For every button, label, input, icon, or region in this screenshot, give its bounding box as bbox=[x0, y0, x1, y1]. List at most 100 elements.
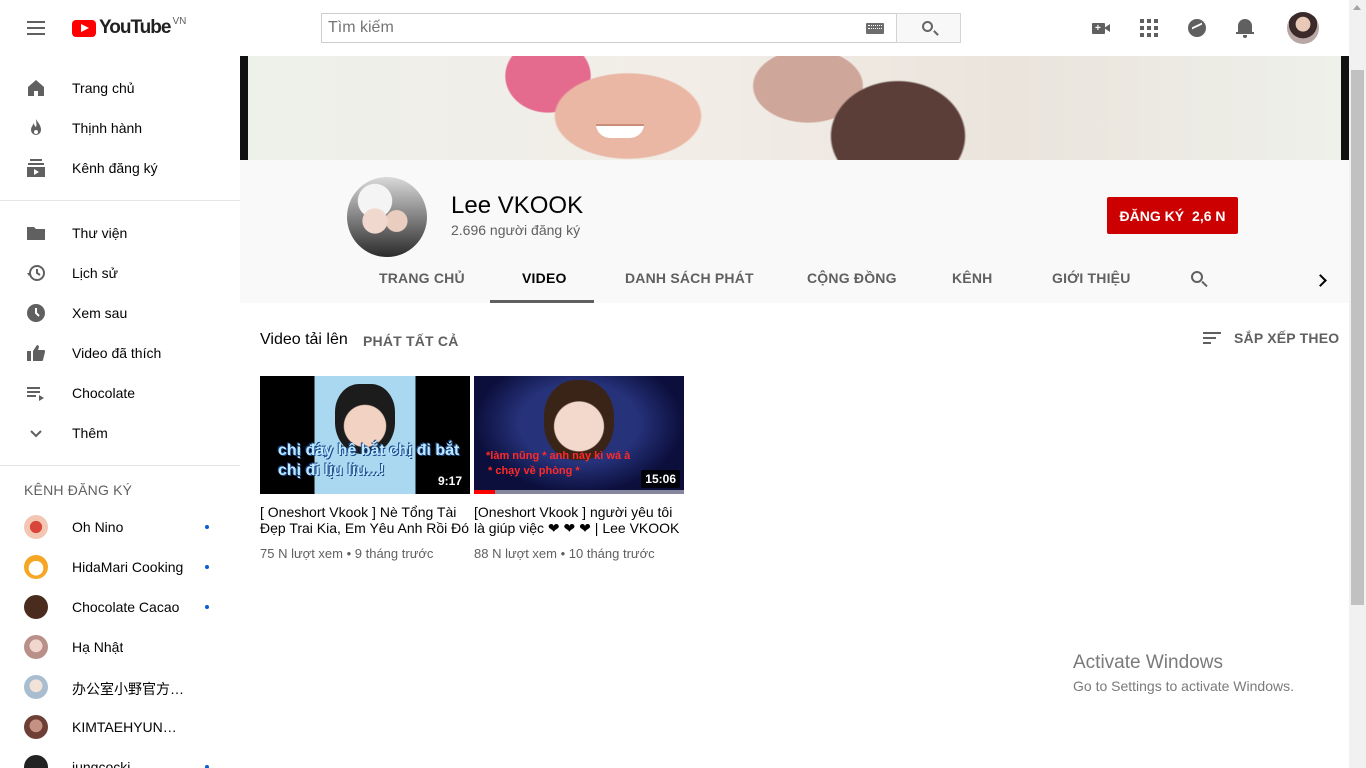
video-card[interactable]: *làm nũng * anh này kì wá à * chạy về ph… bbox=[474, 376, 684, 561]
sidebar-item-trending[interactable]: Thịnh hành bbox=[0, 108, 240, 148]
upload-age: 9 tháng trước bbox=[354, 546, 434, 561]
sidebar-divider bbox=[0, 200, 240, 201]
new-content-dot bbox=[205, 605, 209, 609]
video-duration: 15:06 bbox=[641, 470, 680, 488]
trending-flame-icon bbox=[24, 116, 48, 140]
sidebar-item-label: Xem sau bbox=[72, 305, 128, 321]
keyboard-icon[interactable] bbox=[866, 23, 884, 34]
channel-avatar[interactable] bbox=[347, 177, 427, 257]
messages-icon[interactable] bbox=[1185, 16, 1209, 40]
thumbs-up-icon bbox=[24, 341, 48, 365]
channel-name: Lee VKOOK bbox=[451, 192, 584, 219]
tab-about[interactable]: GIỚI THIỆU bbox=[1052, 270, 1131, 286]
watch-progress-track bbox=[474, 490, 684, 494]
video-thumbnail[interactable]: chị đây hê bắt chị đi bắt chị đi lịu liu… bbox=[260, 376, 470, 494]
apps-grid-icon[interactable] bbox=[1137, 16, 1161, 40]
banner-image-detail bbox=[596, 124, 644, 138]
channel-tabs: TRANG CHỦ VIDEO DANH SÁCH PHÁT CỘNG ĐỒNG… bbox=[240, 260, 1349, 303]
channel-banner bbox=[240, 56, 1349, 160]
sidebar-item-show-more[interactable]: Thêm bbox=[0, 413, 240, 453]
subscription-item[interactable]: jungcocki bbox=[0, 747, 240, 768]
subscription-item[interactable]: Oh Nino bbox=[0, 507, 240, 547]
view-count: 88 N lượt xem bbox=[474, 546, 557, 561]
tab-videos[interactable]: VIDEO bbox=[522, 270, 567, 286]
sidebar-item-home[interactable]: Trang chủ bbox=[0, 68, 240, 108]
search-button[interactable] bbox=[896, 13, 961, 43]
subscriptions-icon bbox=[24, 156, 48, 180]
scrollbar-thumb[interactable] bbox=[1351, 70, 1364, 605]
channel-avatar-icon bbox=[24, 635, 48, 659]
channel-header: Lee VKOOK 2.696 người đăng ký ĐĂNG KÝ 2,… bbox=[240, 160, 1349, 303]
channel-avatar-icon bbox=[24, 515, 48, 539]
page-scrollbar[interactable] bbox=[1349, 0, 1366, 768]
video-meta: 75 N lượt xem • 9 tháng trước bbox=[260, 546, 434, 561]
search-icon bbox=[922, 21, 933, 32]
sidebar-item-label: Trang chủ bbox=[72, 80, 135, 96]
playlist-icon bbox=[24, 381, 48, 405]
channel-avatar-icon bbox=[24, 595, 48, 619]
video-title[interactable]: [ Oneshort Vkook ] Nè Tổng Tài Đẹp Trai … bbox=[260, 504, 470, 536]
account-avatar[interactable] bbox=[1287, 12, 1319, 44]
subscribe-label: ĐĂNG KÝ bbox=[1119, 207, 1185, 224]
search-input[interactable] bbox=[322, 14, 852, 42]
tab-community[interactable]: CỘNG ĐỒNG bbox=[807, 270, 897, 286]
sidebar-item-library[interactable]: Thư viện bbox=[0, 213, 240, 253]
thumbnail-caption: chị đây hê bắt chị đi bắt bbox=[278, 442, 460, 459]
chevron-down-icon bbox=[24, 421, 48, 445]
windows-activation-watermark: Activate Windows Go to Settings to activ… bbox=[1073, 652, 1294, 694]
subscription-item[interactable]: HidaMari Cooking bbox=[0, 547, 240, 587]
logo-country: VN bbox=[172, 15, 187, 27]
sidebar-item-label: Thêm bbox=[72, 425, 108, 441]
subscribe-count: 2,6 N bbox=[1192, 207, 1226, 224]
create-video-icon[interactable]: + bbox=[1089, 16, 1113, 40]
sidebar-item-watch-later[interactable]: Xem sau bbox=[0, 293, 240, 333]
sidebar-item-label: Lịch sử bbox=[72, 265, 118, 281]
notifications-bell-icon[interactable] bbox=[1233, 16, 1257, 40]
video-duration: 9:17 bbox=[433, 472, 466, 490]
sidebar-item-subscriptions[interactable]: Kênh đăng ký bbox=[0, 148, 240, 188]
top-bar: YouTube VN + bbox=[0, 0, 1349, 56]
subscription-label: 办公室小野官方频道 bbox=[72, 681, 184, 697]
sort-label: SẮP XẾP THEO bbox=[1234, 330, 1340, 346]
sidebar-item-playlist-chocolate[interactable]: Chocolate bbox=[0, 373, 240, 413]
channel-avatar-icon bbox=[24, 755, 48, 768]
subscription-label: Oh Nino bbox=[72, 519, 124, 535]
sidebar-item-label: Kênh đăng ký bbox=[72, 160, 158, 176]
sidebar-divider bbox=[0, 465, 240, 466]
thumbnail-caption: *làm nũng * anh này kì wá à bbox=[486, 450, 631, 462]
watermark-line-2: Go to Settings to activate Windows. bbox=[1073, 678, 1294, 694]
subscription-item[interactable]: 办公室小野官方频道 bbox=[0, 667, 240, 707]
sort-button[interactable]: SẮP XẾP THEO bbox=[1203, 330, 1339, 346]
subscription-item[interactable]: KIMTAEHYUNG BTS bbox=[0, 707, 240, 747]
upload-age: 10 tháng trước bbox=[568, 546, 655, 561]
watch-progress-bar bbox=[474, 490, 495, 494]
scroll-up-arrow-icon[interactable] bbox=[1353, 5, 1361, 10]
chevron-right-icon[interactable] bbox=[1314, 272, 1328, 288]
video-thumbnail[interactable]: *làm nũng * anh này kì wá à * chạy về ph… bbox=[474, 376, 684, 494]
watermark-line-1: Activate Windows bbox=[1073, 652, 1223, 673]
section-title: Video tải lên bbox=[260, 331, 348, 348]
search-box bbox=[321, 13, 897, 43]
view-count: 75 N lượt xem bbox=[260, 546, 343, 561]
clock-icon bbox=[24, 301, 48, 325]
search-icon[interactable] bbox=[1190, 270, 1210, 290]
youtube-play-icon bbox=[72, 19, 96, 37]
subscription-item[interactable]: Hạ Nhật bbox=[0, 627, 240, 667]
sidebar-item-history[interactable]: Lịch sử bbox=[0, 253, 240, 293]
tab-home[interactable]: TRANG CHỦ bbox=[379, 270, 465, 286]
video-meta: 88 N lượt xem • 10 tháng trước bbox=[474, 546, 655, 561]
subscription-item[interactable]: Chocolate Cacao bbox=[0, 587, 240, 627]
sidebar-item-label: Chocolate bbox=[72, 385, 136, 401]
video-title[interactable]: [Oneshort Vkook ] người yêu tôi là giúp … bbox=[474, 504, 684, 536]
tab-channels[interactable]: KÊNH bbox=[952, 270, 992, 286]
subscription-label: Chocolate Cacao bbox=[72, 599, 180, 615]
sidebar-item-liked-videos[interactable]: Video đã thích bbox=[0, 333, 240, 373]
video-card[interactable]: chị đây hê bắt chị đi bắt chị đi lịu liu… bbox=[260, 376, 470, 561]
subscribe-button[interactable]: ĐĂNG KÝ 2,6 N bbox=[1107, 197, 1238, 234]
tab-playlists[interactable]: DANH SÁCH PHÁT bbox=[625, 270, 754, 286]
hamburger-menu-icon[interactable] bbox=[24, 16, 48, 40]
thumbnail-image-detail bbox=[544, 380, 614, 460]
youtube-logo[interactable]: YouTube VN bbox=[72, 15, 187, 39]
subscriber-count: 2.696 người đăng ký bbox=[451, 222, 581, 238]
play-all-button[interactable]: PHÁT TẤT CẢ bbox=[363, 333, 459, 349]
